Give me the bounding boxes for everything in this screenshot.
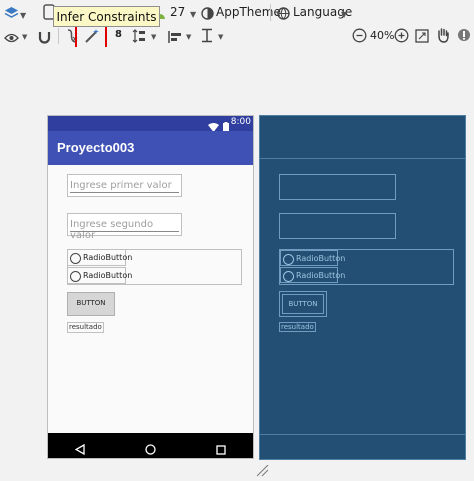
chevron-down-icon[interactable]: ▼ <box>341 10 347 19</box>
second-value-field[interactable]: Ingrese segundo valor <box>67 213 182 241</box>
resize-handle-icon[interactable] <box>256 462 270 477</box>
chevron-down-icon[interactable]: ▼ <box>190 10 196 19</box>
guidelines-icon[interactable] <box>201 28 213 47</box>
theme-selector[interactable]: AppTheme <box>216 5 281 19</box>
main-button[interactable]: BUTTON <box>67 292 115 316</box>
radio-button-2[interactable]: RadioButton <box>67 267 132 284</box>
blueprint-first-field[interactable] <box>279 174 396 200</box>
status-bar: 8:00 <box>48 116 253 133</box>
globe-icon <box>277 5 290 24</box>
home-icon[interactable] <box>145 440 156 459</box>
radio-button-1[interactable]: RadioButton <box>67 249 132 266</box>
blueprint-navbar-line <box>260 434 465 435</box>
blueprint-second-field[interactable] <box>279 213 396 239</box>
result-text: resultado <box>67 322 104 333</box>
infer-constraints-highlight <box>75 24 107 49</box>
chevron-down-icon[interactable]: ▼ <box>20 11 26 20</box>
first-value-field[interactable]: Ingrese primer valor <box>67 174 182 197</box>
blueprint-appbar-line <box>260 158 465 159</box>
radio-circle-icon <box>70 253 81 264</box>
eye-icon[interactable] <box>4 29 19 48</box>
radio-circle-icon <box>70 271 81 282</box>
radio-label: RadioButton <box>296 271 346 280</box>
blueprint-radio-1[interactable]: RadioButton <box>280 250 345 266</box>
design-toolbar: ▼ 8 ▼ ▼ ▼ 40% <box>0 25 474 48</box>
radio-label: RadioButton <box>83 253 133 262</box>
default-margin[interactable]: 8 <box>115 29 122 40</box>
theme-icon <box>201 5 214 24</box>
zoom-in-icon[interactable] <box>394 28 409 47</box>
blueprint-result: resultado <box>279 322 316 332</box>
status-time: 8:00 <box>230 117 251 127</box>
align-icon[interactable] <box>168 29 182 48</box>
back-icon[interactable] <box>74 440 85 459</box>
radio-circle-icon <box>283 271 294 282</box>
chevron-down-icon[interactable]: ▼ <box>218 33 223 41</box>
pack-icon[interactable] <box>132 28 146 48</box>
nav-bar <box>48 433 253 458</box>
blueprint-surface[interactable]: RadioButton RadioButton BUTTON resultado <box>259 115 466 460</box>
radio-circle-icon <box>283 254 294 265</box>
blueprint-button[interactable]: BUTTON <box>282 294 324 314</box>
design-surface[interactable]: 8:00 Proyecto003 Ingrese primer valor In… <box>47 115 254 459</box>
zoom-level: 40% <box>370 29 395 42</box>
magnet-icon[interactable] <box>38 29 51 48</box>
tooltip: Infer Constraints <box>53 6 160 27</box>
pan-hand-icon[interactable] <box>436 27 450 47</box>
zoom-out-icon[interactable] <box>352 28 367 47</box>
layers-icon[interactable] <box>4 5 19 24</box>
zoom-to-fit-icon[interactable] <box>415 28 429 47</box>
radio-label: RadioButton <box>296 254 346 263</box>
chevron-down-icon[interactable]: ▼ <box>186 33 191 41</box>
radio-label: RadioButton <box>83 271 133 280</box>
app-title: Proyecto003 <box>57 140 135 155</box>
app-bar: Proyecto003 <box>48 131 253 165</box>
blueprint-radio-2[interactable]: RadioButton <box>280 267 345 283</box>
api-level[interactable]: 27 <box>170 5 185 19</box>
warnings-icon[interactable] <box>457 27 471 47</box>
chevron-down-icon[interactable]: ▼ <box>22 33 27 41</box>
chevron-down-icon[interactable]: ▼ <box>151 33 156 41</box>
recents-icon[interactable] <box>216 440 226 459</box>
